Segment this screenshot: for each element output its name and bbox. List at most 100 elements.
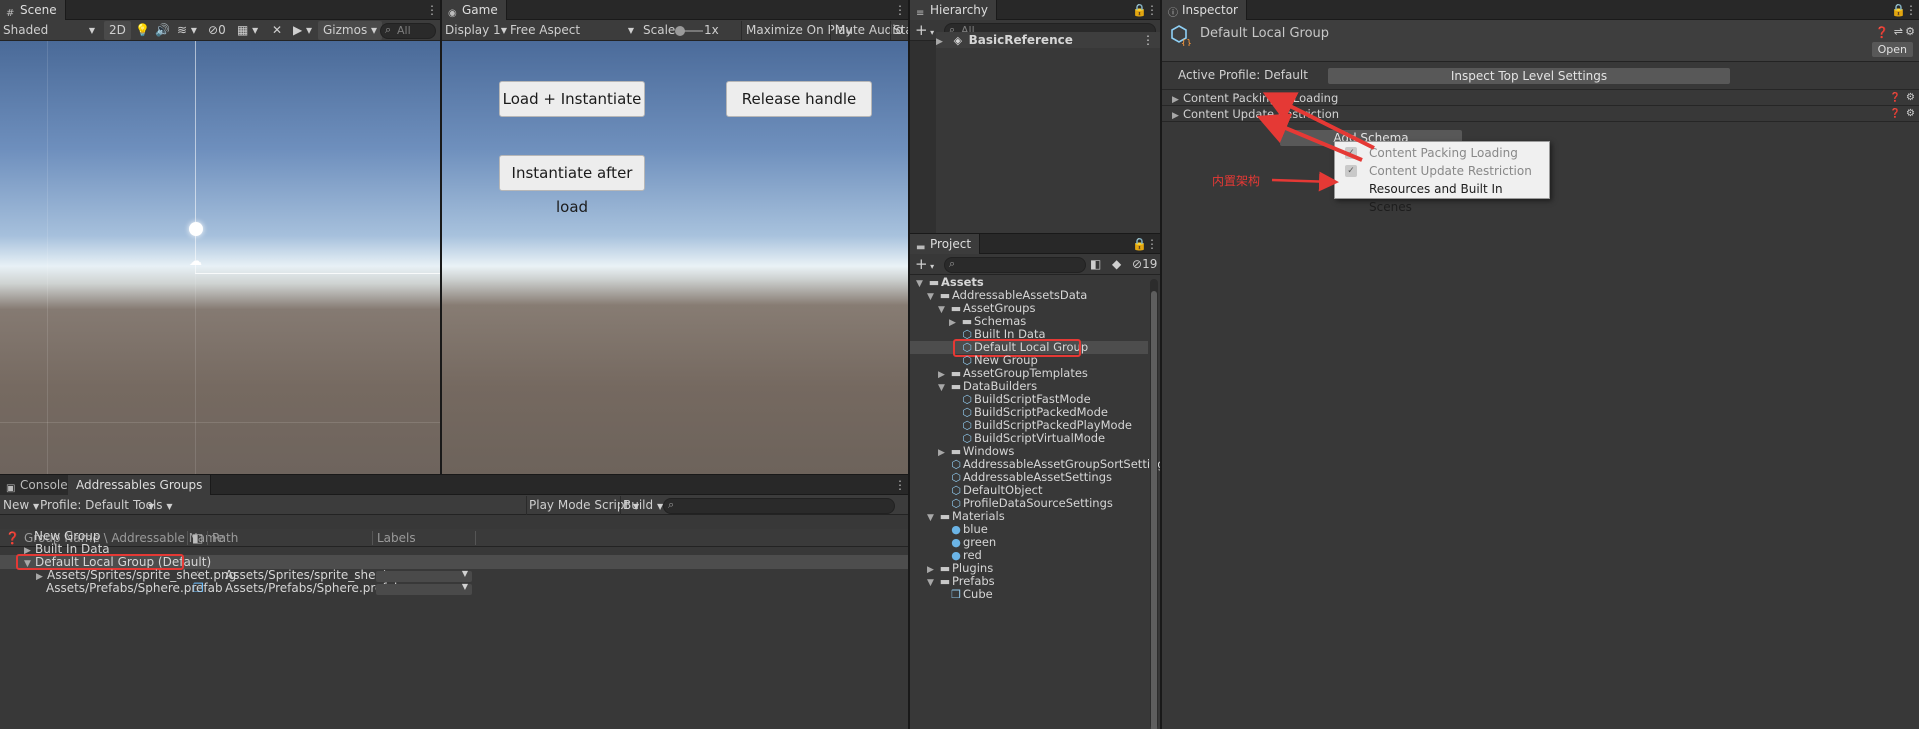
preset-icon[interactable]: ⇌ [1894,25,1903,38]
lighting-icon[interactable]: 💡 [135,21,150,40]
lock-icon[interactable]: 🔒 [1891,3,1906,17]
grid-toggle-icon[interactable]: ▦ ▾ [237,21,258,40]
scrollbar-thumb[interactable] [1151,291,1157,729]
project-item[interactable]: ▼ ▬ AssetGroups [910,302,1148,316]
scene-search-input[interactable]: All [380,23,436,39]
hierarchy-row-basicreference[interactable]: ▶ ◈ BasicReference ⋮ [936,32,1160,48]
settings-gear-icon[interactable]: ⚙ [1905,25,1915,38]
stats-toggle[interactable]: Sta [890,21,908,40]
project-item[interactable]: ● blue [910,523,1148,537]
addressables-panel: ▣ Console Addressables Groups ⋮ New ▼ Pr… [0,475,908,729]
hierarchy-panel: ≡ Hierarchy 🔒 ⋮ + ▾ All ▶ ◈ BasicReferen… [910,0,1160,233]
hierarchy-tree: ▶ ◈ BasicReference ⋮ [910,32,1160,233]
release-handle-button[interactable]: Release handle [726,81,872,117]
project-scrollbar[interactable] [1150,279,1158,729]
dropdown-arrow-icon: ▼ [461,582,468,591]
aspect-dropdown[interactable]: Free Aspect ▼ [510,21,636,40]
project-tabbar: ▬ Project 🔒 ⋮ [910,234,1160,254]
tab-game[interactable]: ◉ Game [442,0,507,20]
project-item[interactable]: ▼ ▬ Prefabs [910,575,1148,589]
project-item-label: New Group [974,353,1038,367]
open-button[interactable]: Open [1871,42,1913,57]
shading-mode-dropdown[interactable]: Shaded ▼ [3,21,97,40]
project-item-label: Assets [941,275,984,289]
project-item[interactable]: ▶ ▬ Plugins [910,561,1148,576]
fold-arrow-icon[interactable]: ▶ [936,34,947,50]
build-dropdown[interactable]: Build ▼ [620,496,663,515]
settings-gear-icon[interactable]: ⚙ [1906,90,1915,106]
project-item[interactable]: ● green [910,536,1148,550]
lock-icon[interactable]: 🔒 [1132,237,1147,251]
tools-icon[interactable]: ✕ [272,21,282,40]
project-item-label: DataBuilders [963,379,1038,393]
game-viewport[interactable]: Load + Instantiate Release handle Instan… [442,41,908,474]
project-menu-icon[interactable]: ⋮ [1146,237,1158,251]
project-item-label: Materials [952,509,1005,523]
labels-dropdown[interactable]: ▼ [376,582,472,595]
hidden-packages-toggle[interactable]: ⊘19 [1132,255,1157,274]
addressables-toolbar: New ▼ Profile: Default ▼ Tools ▼ Play Mo… [0,495,908,515]
eye-slash-icon: ⊘ [1132,257,1143,271]
instantiate-after-load-button[interactable]: Instantiate after load [499,155,645,216]
annotation-arrow [1262,92,1375,150]
camera-icon[interactable]: ▶ ▾ [293,21,312,40]
project-item[interactable]: ⬡ ProfileDataSourceSettings [910,497,1148,511]
project-item[interactable]: ● red [910,549,1148,563]
project-item[interactable]: ▼ ▬ Materials [910,509,1148,524]
grid-line [47,41,48,474]
material-icon: ● [951,536,961,549]
tab-console[interactable]: ▣ Console [0,475,77,495]
sun-icon[interactable] [189,222,203,236]
dropdown-arrow-icon: ▼ [627,26,634,35]
filter-label-icon[interactable]: ◆ [1112,255,1121,274]
folder-icon: ▬ [939,510,951,523]
hierarchy-add-button[interactable]: + ▾ [915,21,934,40]
game-menu-icon[interactable]: ⋮ [894,3,906,17]
hierarchy-gutter [910,41,936,233]
load-instantiate-button[interactable]: Load + Instantiate [499,81,645,117]
help-icon[interactable]: ❓ [1875,26,1889,39]
inspector-menu-icon[interactable]: ⋮ [1905,3,1917,17]
bottom-menu-icon[interactable]: ⋮ [894,478,906,492]
project-item-label: AddressableAssetsData [952,288,1088,302]
tab-addressables-groups[interactable]: Addressables Groups [68,475,212,495]
project-item-label: DefaultObject [963,483,1043,497]
project-search-input[interactable] [944,257,1086,273]
help-icon[interactable]: ❓ [1890,106,1901,122]
settings-gear-icon[interactable]: ⚙ [1906,106,1915,122]
tab-hierarchy[interactable]: ≡ Hierarchy [910,0,998,20]
gizmos-dropdown[interactable]: Gizmos ▾ [318,21,383,40]
project-item[interactable]: ⬡ BuildScriptVirtualMode [910,432,1148,446]
tab-scene[interactable]: # Scene [0,0,66,20]
project-item-label: Windows [963,444,1015,458]
annotation-arrows [1256,92,1375,192]
scene-viewport[interactable]: ☁ [0,41,440,474]
filter-type-icon[interactable]: ◧ [1090,255,1101,274]
scene-menu-icon[interactable]: ⋮ [426,3,438,17]
addressables-search-input[interactable] [663,498,895,514]
lock-icon[interactable]: 🔒 [1132,3,1147,17]
help-icon[interactable]: ❓ [1890,90,1901,106]
tools-dropdown[interactable]: Tools ▼ [133,496,173,515]
effects-icon[interactable]: ≋ ▾ [177,21,197,40]
new-dropdown[interactable]: New ▼ [3,496,39,515]
project-add-button[interactable]: + ▾ [915,255,934,274]
light-gizmo-icon[interactable]: ☁ [189,254,202,269]
hierarchy-menu-icon[interactable]: ⋮ [1146,3,1158,17]
project-item-label: AssetGroupTemplates [963,366,1088,380]
project-item-label: BuildScriptFastMode [974,392,1091,406]
display-dropdown[interactable]: Display 1 ▼ [445,21,507,40]
tab-project[interactable]: ▬ Project [910,234,981,254]
scale-slider-handle[interactable] [675,26,685,36]
2d-toggle[interactable]: 2D [104,21,131,40]
audio-icon[interactable]: 🔊 [155,21,170,40]
project-item-label: Plugins [952,561,994,575]
folder-icon: ▬ [939,289,951,302]
annotation-arrow [1256,113,1363,162]
row-menu-icon[interactable]: ⋮ [1142,32,1154,48]
project-item[interactable]: ❒ Cube [910,588,1148,602]
group-row-new-group-label[interactable] [0,528,908,544]
scale-slider[interactable] [675,26,703,36]
material-icon: ● [951,523,961,536]
hidden-objects-toggle[interactable]: ⊘0 [208,21,226,40]
